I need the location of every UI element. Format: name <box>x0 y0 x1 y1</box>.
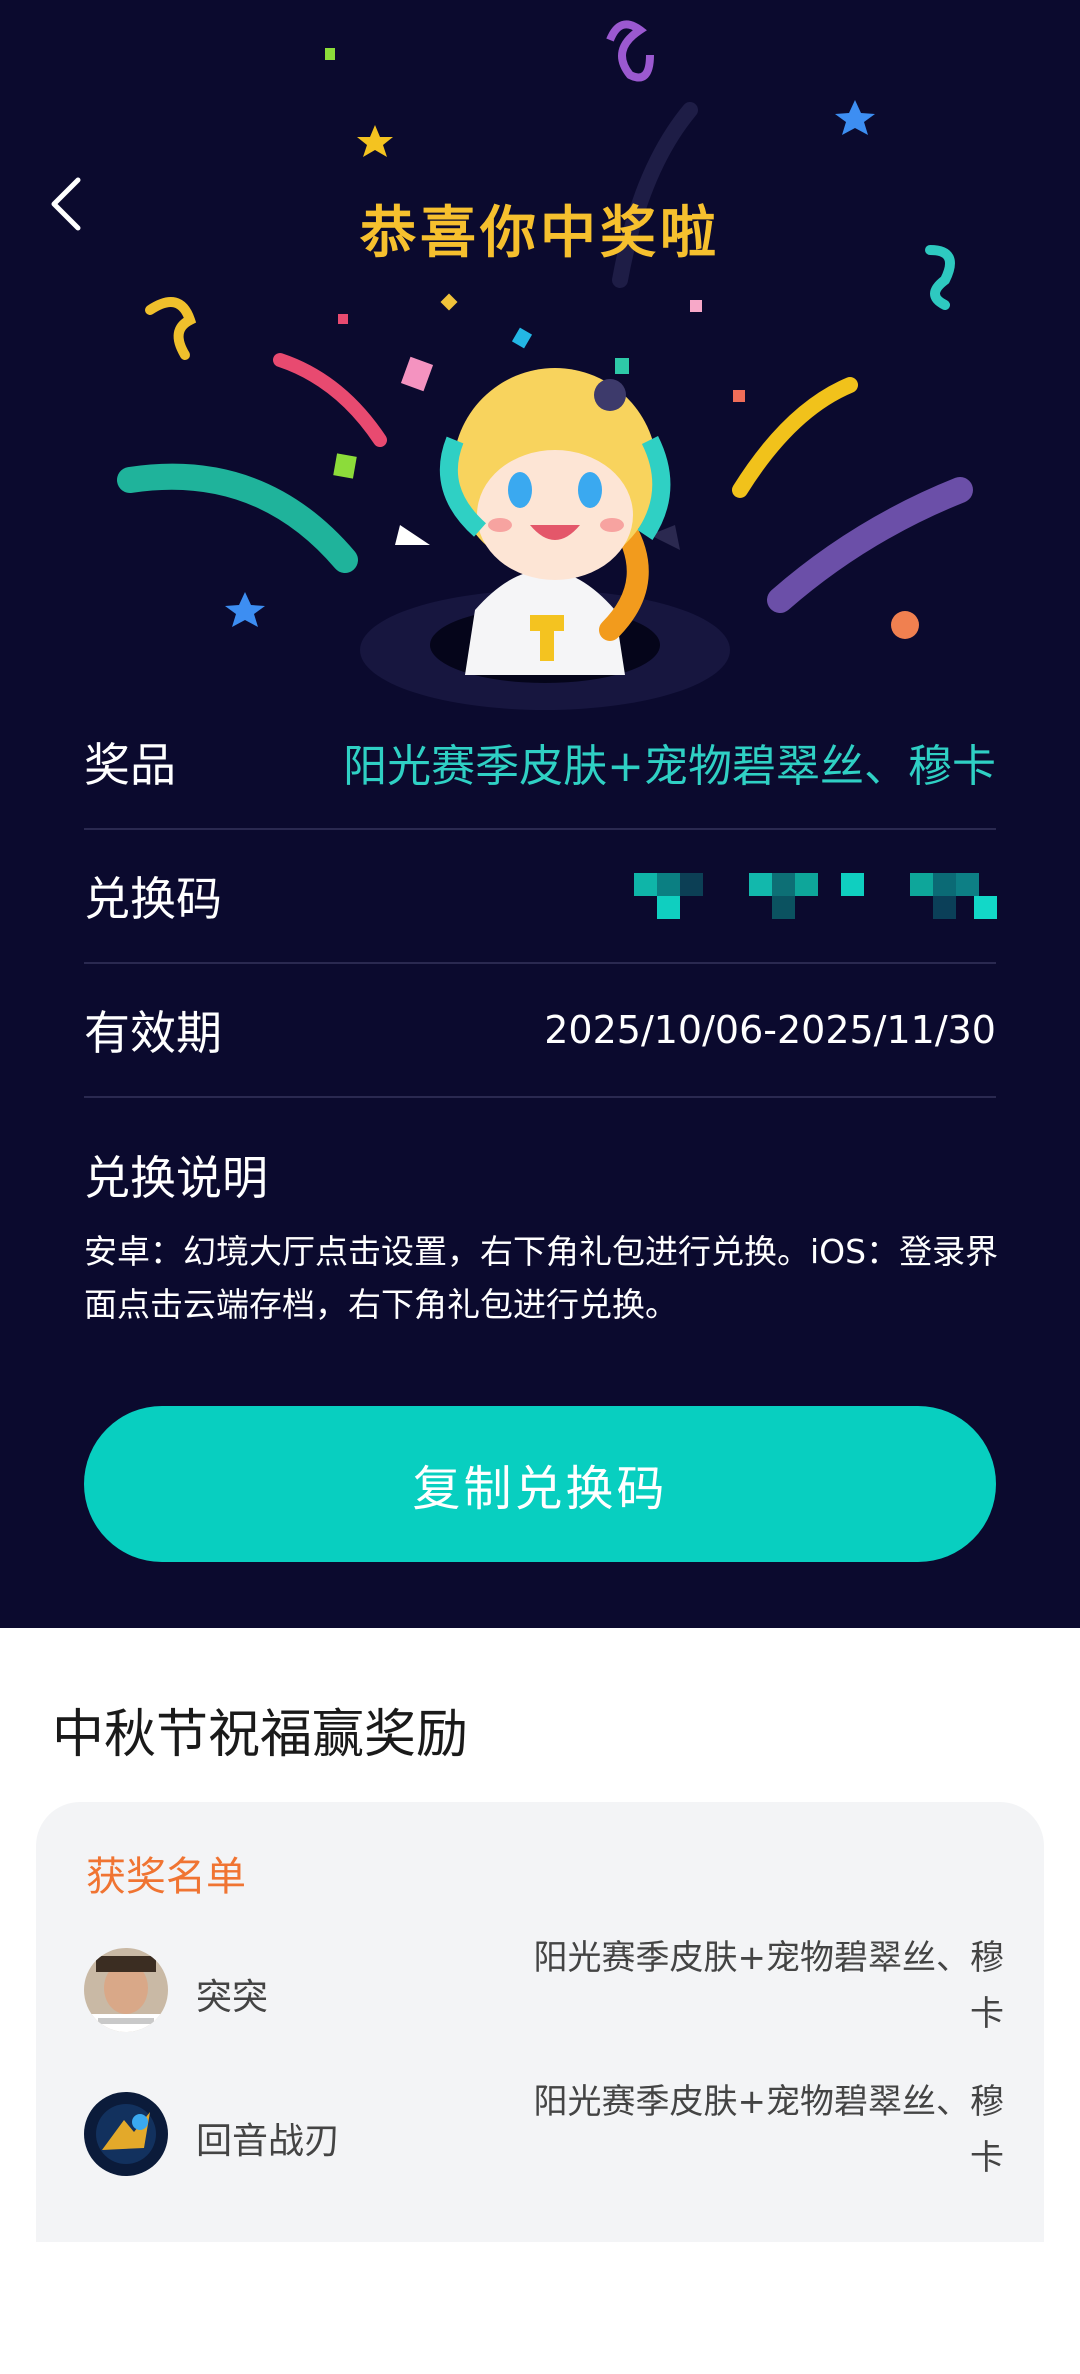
avatar-image <box>84 2092 168 2176</box>
page-title: 恭喜你中奖啦 <box>360 201 720 266</box>
avatar[interactable] <box>84 1948 168 2032</box>
confetti-decoration <box>117 20 973 710</box>
winner-name: 突突 <box>196 1977 269 2018</box>
avatar-image <box>84 1948 168 2032</box>
prize-label: 奖品 <box>84 738 176 792</box>
mascot-illustration <box>360 368 730 710</box>
copy-code-button[interactable]: 复制兑换码 <box>84 1406 996 1562</box>
validity-row: 有效期 2025/10/06-2025/11/30 <box>84 964 996 1098</box>
winners-card: 获奖名单 突突 阳光赛季皮肤+宠物碧翠丝、穆卡 回音战刃 阳光赛季皮肤+宠物碧翠… <box>36 1802 1044 2242</box>
section-title: 中秋节祝福赢奖励 <box>52 1705 469 1765</box>
winners-title: 获奖名单 <box>86 1854 246 1900</box>
redeem-code-label: 兑换码 <box>84 872 222 926</box>
instructions-text: 安卓：幻境大厅点击设置，右下角礼包进行兑换。iOS：登录界面点击云端存档，右下角… <box>84 1232 999 1324</box>
avatar[interactable] <box>84 2092 168 2176</box>
winner-prize: 阳光赛季皮肤+宠物碧翠丝、穆卡 <box>533 2082 1005 2178</box>
winner-row: 回音战刃 阳光赛季皮肤+宠物碧翠丝、穆卡 <box>84 2074 1004 2194</box>
instructions-title: 兑换说明 <box>84 1151 268 1205</box>
redeem-code-row: 兑换码 <box>84 830 997 964</box>
winner-row: 突突 阳光赛季皮肤+宠物碧翠丝、穆卡 <box>84 1930 1004 2050</box>
redeem-code-mosaic <box>634 873 997 919</box>
prize-row: 奖品 阳光赛季皮肤+宠物碧翠丝、穆卡 <box>84 696 996 830</box>
winner-prize: 阳光赛季皮肤+宠物碧翠丝、穆卡 <box>533 1938 1005 2034</box>
winner-name: 回音战刃 <box>196 2121 341 2162</box>
validity-label: 有效期 <box>84 1006 222 1060</box>
prize-header-panel: 恭喜你中奖啦 奖品 阳光赛季皮肤+宠物碧翠丝、穆卡 兑换码 有效期 2025/1… <box>0 0 1080 1628</box>
validity-value: 2025/10/06-2025/11/30 <box>544 1008 996 1052</box>
prize-value: 阳光赛季皮肤+宠物碧翠丝、穆卡 <box>343 741 996 792</box>
